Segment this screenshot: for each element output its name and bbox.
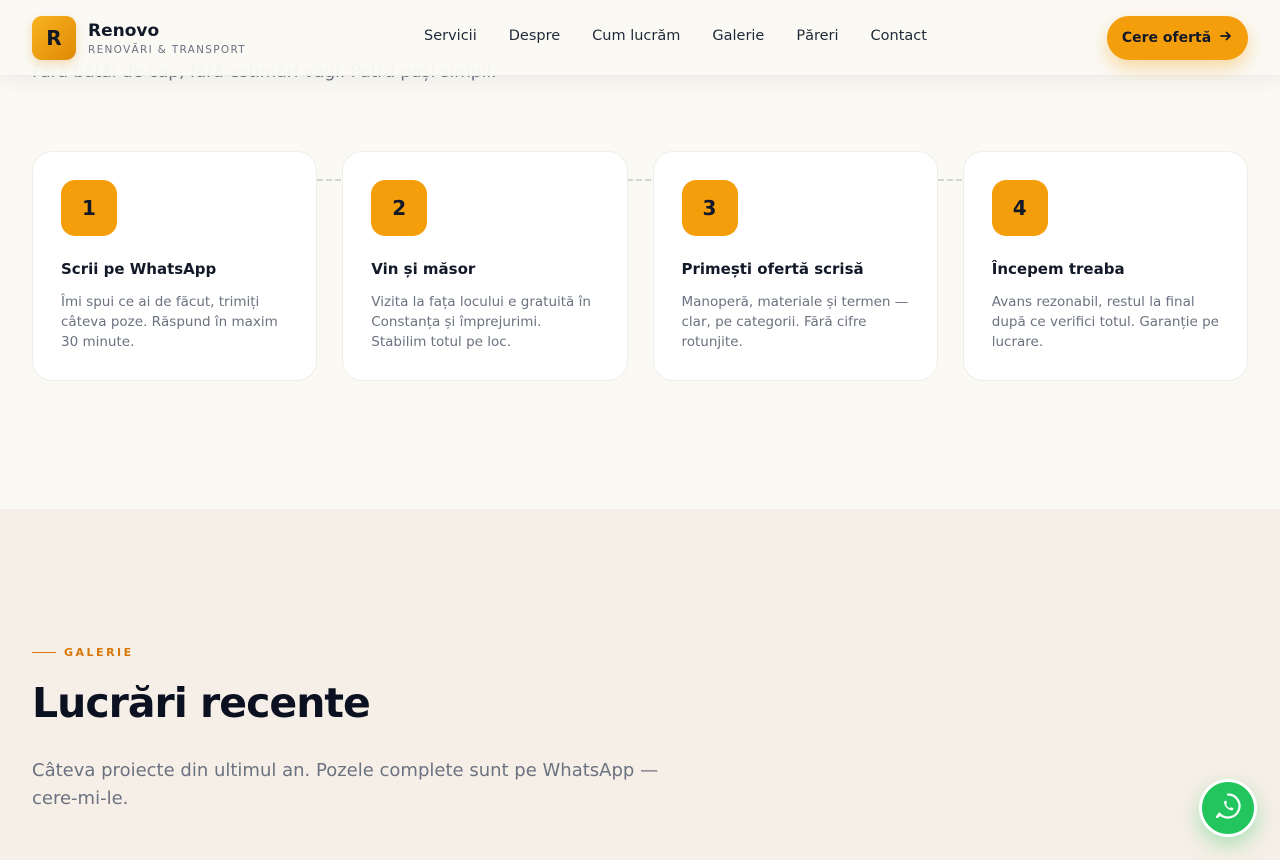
main-nav: Servicii Despre Cum lucrăm Galerie Părer…	[424, 28, 927, 44]
step-card-4: 4 Începem treaba Avans rezonabil, restul…	[962, 151, 1248, 381]
step-number-badge: 2	[371, 180, 428, 236]
step-card-2: 2 Vin și măsor Vizita la fața locului e …	[342, 151, 628, 381]
nav-link-pareri[interactable]: Păreri	[796, 28, 838, 44]
step-connector	[317, 179, 341, 181]
cta-label: Cere ofertă	[1121, 30, 1212, 46]
step-description: Manoperă, materiale și termen — clar, pe…	[681, 294, 909, 350]
nav-link-servicii[interactable]: Servicii	[424, 28, 477, 44]
eyebrow-line	[32, 652, 56, 653]
brand-text: Renovo RENOVĂRI & TRANSPORT	[88, 21, 246, 56]
gallery-subtitle: Câteva proiecte din ultimul an. Pozele c…	[32, 760, 659, 809]
nav-link-despre[interactable]: Despre	[509, 28, 560, 44]
brand-logo-link[interactable]: R Renovo RENOVĂRI & TRANSPORT	[32, 16, 246, 60]
whatsapp-icon	[1213, 791, 1243, 825]
step-number-badge: 3	[681, 180, 738, 236]
brand-name: Renovo	[88, 20, 160, 41]
step-number-badge: 4	[991, 180, 1048, 236]
step-description: Avans rezonabil, restul la final după ce…	[991, 294, 1219, 350]
arrow-right-icon	[1219, 29, 1233, 47]
step-number-badge: 1	[61, 180, 117, 236]
logo-letter: R	[46, 26, 62, 50]
step-description: Vizita la fața locului e gratuită în Con…	[371, 294, 591, 350]
step-title: Primești ofertă scrisă	[681, 260, 864, 278]
step-card-1: 1 Scrii pe WhatsApp Îmi spui ce ai de fă…	[32, 151, 318, 381]
page: Fără bătăi de cap, fără estimări vagi. P…	[0, 0, 1280, 860]
nav-link-cum-lucram[interactable]: Cum lucrăm	[592, 28, 680, 44]
logo-icon: R	[32, 16, 76, 60]
process-section: Fără bătăi de cap, fără estimări vagi. P…	[0, 0, 1280, 509]
navbar: R Renovo RENOVĂRI & TRANSPORT Servicii D…	[0, 0, 1280, 76]
step-title: Vin și măsor	[371, 260, 476, 278]
request-quote-button[interactable]: Cere ofertă	[1107, 16, 1248, 60]
eyebrow-text: GALERIE	[64, 646, 134, 659]
step-title: Începem treaba	[991, 260, 1125, 278]
steps-row: 1 Scrii pe WhatsApp Îmi spui ce ai de fă…	[32, 151, 1248, 381]
brand-tagline: RENOVĂRI & TRANSPORT	[88, 43, 247, 56]
nav-link-galerie[interactable]: Galerie	[712, 28, 764, 44]
step-connector	[627, 179, 651, 181]
gallery-eyebrow: GALERIE	[32, 646, 134, 659]
step-title: Scrii pe WhatsApp	[61, 260, 217, 278]
step-connector	[938, 179, 962, 181]
nav-link-contact[interactable]: Contact	[871, 28, 927, 44]
gallery-title: Lucrări recente	[32, 679, 371, 727]
step-card-3: 3 Primești ofertă scrisă Manoperă, mater…	[652, 151, 938, 381]
whatsapp-float-button[interactable]	[1199, 779, 1257, 837]
step-description: Îmi spui ce ai de făcut, trimiți câteva …	[61, 294, 278, 350]
gallery-section: GALERIE Lucrări recente Câteva proiecte …	[0, 509, 1280, 860]
